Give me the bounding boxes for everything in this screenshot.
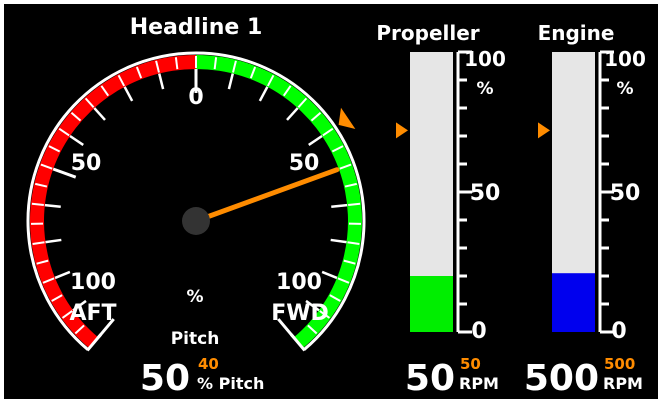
aft-label: AFT (69, 301, 116, 326)
engine-title: Engine (538, 21, 615, 45)
scale-label-zero: 0 (188, 85, 203, 110)
propeller-scale-mid: 50 (470, 181, 501, 206)
gauge-minor-tick (31, 202, 44, 207)
gauge-major-tick (308, 134, 323, 146)
gauge-major-tick (123, 86, 134, 102)
propeller-readout-unit: RPM (459, 374, 499, 393)
engine-scale-max: 100 (604, 47, 646, 71)
pitch-readout-value: 50 (140, 358, 190, 399)
engine-bar-fill (552, 273, 595, 332)
engine-readout: 500 500 RPM (524, 355, 643, 399)
scale-label-fwd-100: 100 (276, 270, 322, 295)
pitch-caption: Pitch (171, 329, 220, 349)
pitch-readout-setpoint: 40 (198, 355, 219, 373)
pitch-readout-unit: % Pitch (197, 374, 264, 393)
gauge-major-tick (331, 203, 348, 209)
propeller-gauge: Propeller 100 % 50 0 50 50 RPM (376, 21, 506, 399)
engine-readout-setpoint: 500 (604, 355, 635, 373)
pitch-gauge: 0 50 50 100 100 AFT FWD % Pitch 50 40 % … (26, 51, 366, 399)
engine-scale-min: 0 (611, 319, 626, 344)
gauge-major-tick (93, 107, 106, 121)
engine-setpoint-marker (538, 122, 550, 139)
propeller-readout-value: 50 (405, 358, 455, 399)
engine-unit-label: % (616, 79, 633, 99)
gauge-major-tick (158, 73, 165, 90)
engine-readout-value: 500 (524, 358, 599, 399)
propeller-scale-min: 0 (471, 319, 486, 344)
scale-label-aft-50: 50 (71, 151, 102, 176)
propeller-readout: 50 50 RPM (405, 355, 499, 399)
pitch-setpoint-marker (338, 107, 356, 129)
gauge-major-tick (45, 238, 62, 244)
propeller-readout-setpoint: 50 (460, 355, 481, 373)
propeller-unit-label: % (476, 79, 493, 99)
gauge-major-tick (330, 238, 347, 244)
fwd-label: FWD (271, 301, 329, 326)
propeller-scale-max: 100 (464, 47, 506, 71)
engine-gauge: Engine 100 % 50 0 500 500 RPM (524, 21, 646, 399)
instrument-panel: Headline 1 0 50 50 100 100 AFT FWD % Pit… (4, 4, 658, 399)
gauge-minor-tick (348, 202, 361, 207)
pitch-pointer-hub (182, 207, 210, 235)
propeller-setpoint-marker (396, 122, 408, 139)
instrument-display: Headline 1 0 50 50 100 100 AFT FWD % Pit… (26, 15, 646, 399)
gauge-major-tick (227, 73, 234, 90)
gauge-major-tick (54, 270, 71, 280)
engine-readout-unit: RPM (603, 374, 643, 393)
gauge-major-tick (258, 86, 269, 102)
pitch-readout: 50 40 % Pitch (140, 355, 264, 399)
gauge-major-tick (44, 203, 61, 209)
engine-scale-mid: 50 (610, 181, 641, 206)
propeller-bar-fill (410, 276, 453, 332)
headline: Headline 1 (130, 15, 263, 40)
gauge-major-tick (69, 134, 84, 146)
scale-label-fwd-50: 50 (289, 151, 320, 176)
propeller-title: Propeller (376, 21, 479, 45)
pitch-pointer-needle (193, 167, 340, 224)
pitch-unit-label: % (186, 287, 203, 307)
gauge-major-tick (321, 270, 338, 280)
scale-label-aft-100: 100 (70, 270, 116, 295)
gauge-major-tick (286, 107, 299, 121)
